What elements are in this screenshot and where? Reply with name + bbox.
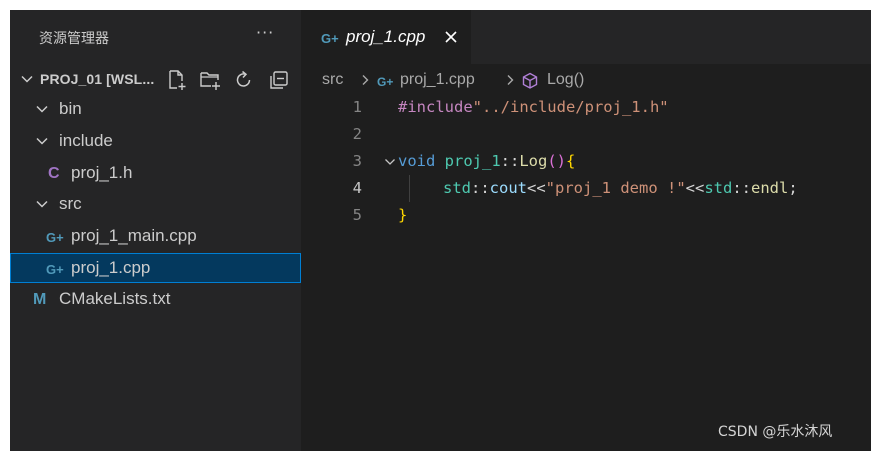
method-cube-icon (521, 72, 539, 90)
chevron-down-icon (35, 134, 49, 148)
line-number: 4 (352, 179, 362, 197)
tree-folder-bin[interactable]: bin (10, 94, 301, 124)
tree-file-proj-1-cpp[interactable]: G+ proj_1.cpp (10, 253, 301, 283)
tree-file-proj-1-main-cpp[interactable]: G+ proj_1_main.cpp (10, 221, 301, 251)
breadcrumb: src G+ proj_1.cpp Log() (301, 64, 871, 94)
cpp-file-icon: G+ (46, 230, 64, 245)
cpp-file-icon: G+ (321, 31, 339, 46)
refresh-icon[interactable] (233, 69, 255, 91)
code-text: #include"../include/proj_1.h" (398, 98, 669, 116)
watermark: CSDN @乐水沐风 (718, 424, 833, 440)
tab-bar: G+ proj_1.cpp (301, 10, 871, 64)
editor-area: G+ proj_1.cpp src G+ proj_1.cpp Log() 1 … (301, 10, 871, 451)
explorer-title: 资源管理器 (39, 31, 109, 47)
cpp-file-icon: G+ (46, 262, 64, 277)
code-line-active: 4 std::cout<<"proj_1 demo !"<<std::endl; (301, 175, 871, 202)
tree-file-cmakelists[interactable]: M CMakeLists.txt (10, 284, 301, 314)
tree-item-label: CMakeLists.txt (59, 289, 171, 308)
collapse-all-icon[interactable] (268, 69, 290, 91)
code-line: 3 void proj_1::Log(){ (301, 148, 871, 175)
line-number: 1 (352, 98, 362, 116)
chevron-down-icon (35, 197, 49, 211)
tree-item-label: proj_1_main.cpp (71, 226, 197, 245)
workspace-title: PROJ_01 [WSL... (40, 71, 155, 87)
code-line: 2 (301, 121, 871, 148)
line-number: 5 (352, 206, 362, 224)
tree-item-label: bin (59, 99, 82, 118)
code-line: 5 } (301, 202, 871, 229)
chevron-right-icon (504, 74, 516, 86)
vscode-window: 资源管理器 ··· PROJ_01 [WSL... bin include C … (10, 10, 871, 451)
breadcrumb-symbol[interactable]: Log() (547, 71, 584, 89)
tab-proj-1-cpp[interactable]: G+ proj_1.cpp (301, 10, 471, 64)
workspace-section-header[interactable]: PROJ_01 [WSL... (10, 64, 301, 94)
line-number: 2 (352, 125, 362, 143)
code-text: } (398, 206, 408, 224)
line-number: 3 (352, 152, 362, 170)
c-file-icon: C (48, 165, 60, 182)
new-folder-icon[interactable] (199, 69, 221, 91)
chevron-down-icon[interactable] (20, 72, 34, 86)
breadcrumb-file[interactable]: proj_1.cpp (400, 71, 475, 89)
code-text: void proj_1::Log(){ (398, 152, 576, 170)
tab-label: proj_1.cpp (346, 27, 426, 46)
tree-item-label: proj_1.cpp (71, 258, 151, 277)
cpp-file-icon: G+ (377, 75, 394, 89)
tree-item-label: include (59, 131, 113, 150)
code-editor[interactable]: 1 #include"../include/proj_1.h" 2 3 void… (301, 94, 871, 451)
fold-chevron-icon[interactable] (384, 156, 396, 168)
cmake-file-icon: M (33, 291, 47, 308)
chevron-right-icon (359, 74, 371, 86)
explorer-sidebar: 资源管理器 ··· PROJ_01 [WSL... bin include C … (10, 10, 301, 451)
new-file-icon[interactable] (166, 69, 188, 91)
indent-guide (409, 175, 410, 202)
tree-file-proj-1-h[interactable]: C proj_1.h (10, 158, 301, 188)
close-icon[interactable] (442, 28, 460, 46)
code-line: 1 #include"../include/proj_1.h" (301, 94, 871, 121)
tree-folder-include[interactable]: include (10, 126, 301, 156)
ellipsis-icon[interactable]: ··· (256, 23, 274, 42)
code-text: std::cout<<"proj_1 demo !"<<std::endl; (443, 179, 798, 197)
tree-item-label: src (59, 194, 82, 213)
tree-folder-src[interactable]: src (10, 189, 301, 219)
explorer-header: 资源管理器 ··· (10, 10, 301, 64)
tree-item-label: proj_1.h (71, 163, 133, 182)
chevron-down-icon (35, 102, 49, 116)
breadcrumb-folder[interactable]: src (322, 71, 343, 89)
